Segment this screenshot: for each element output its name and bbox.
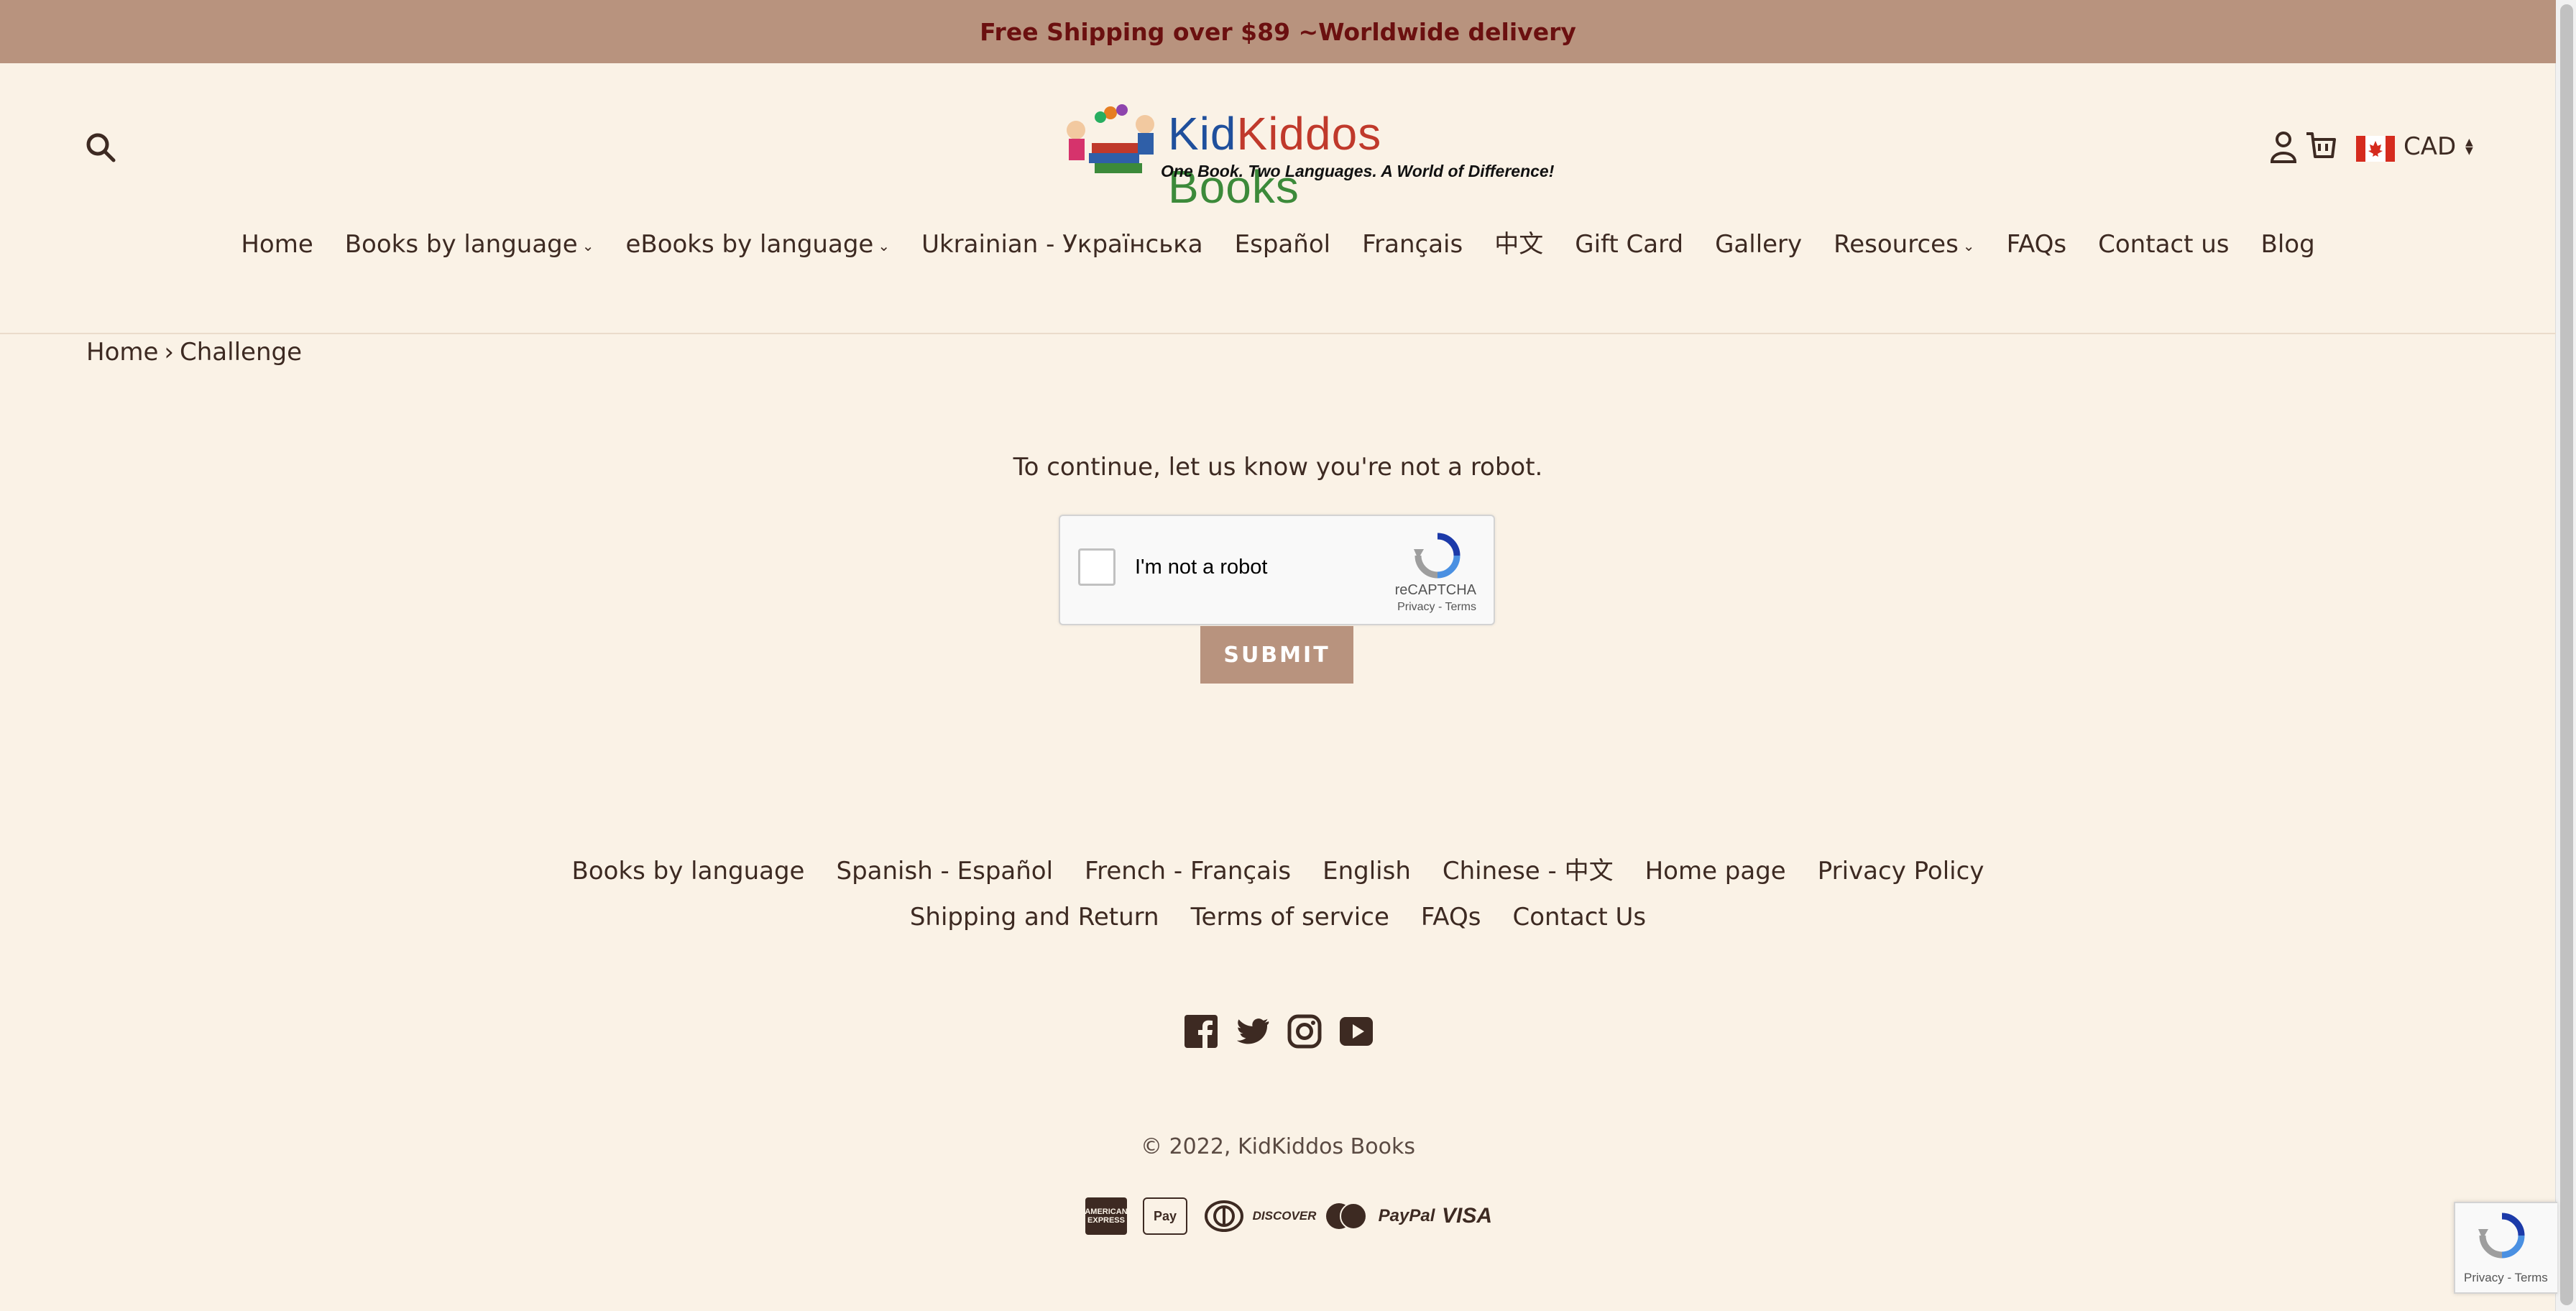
nav-item-resources[interactable]: Resources ⌄ xyxy=(1834,230,1974,259)
recaptcha-checkbox[interactable] xyxy=(1078,548,1116,586)
recaptcha-logo-icon xyxy=(1412,530,1463,581)
footer-link[interactable]: Home page xyxy=(1645,848,1786,894)
scrollbar-thumb[interactable] xyxy=(2560,4,2573,1305)
breadcrumb-separator: › xyxy=(164,338,175,367)
nav-item-gift-card[interactable]: Gift Card xyxy=(1575,230,1683,259)
breadcrumb: Home › Challenge xyxy=(86,338,302,367)
footer-link[interactable]: Terms of service xyxy=(1191,894,1389,940)
nav-item-espanol[interactable]: Español xyxy=(1235,230,1330,259)
logo-tagline: One Book. Two Languages. A World of Diff… xyxy=(1161,162,1555,180)
recaptcha-label: I'm not a robot xyxy=(1135,556,1268,579)
footer-links-row-1: Books by language Spanish - Español French… xyxy=(0,848,2556,894)
footer-links: Books by language Spanish - Español French… xyxy=(0,848,2556,940)
account-icon[interactable] xyxy=(2268,130,2299,163)
main-nav: Home Books by language ⌄ eBooks by language… xyxy=(0,224,2556,259)
nav-item-contact[interactable]: Contact us xyxy=(2098,230,2229,259)
payment-icons: AMERICAN EXPRESS Pay DISCOVER PayPal VIS… xyxy=(1085,1197,1493,1235)
youtube-icon[interactable] xyxy=(1338,1013,1374,1049)
footer-link[interactable]: English xyxy=(1322,848,1411,894)
chevron-down-icon: ⌄ xyxy=(878,236,891,254)
paypal-icon: PayPal xyxy=(1378,1206,1435,1225)
announcement-bar: Free Shipping over $89 ~Worldwide delive… xyxy=(0,0,2556,63)
announcement-text: Free Shipping over $89 ~Worldwide delive… xyxy=(980,17,1576,46)
currency-sort-icon[interactable]: ▲ ▼ xyxy=(2465,137,2473,156)
footer-link[interactable]: Shipping and Return xyxy=(910,894,1159,940)
nav-item-ukrainian[interactable]: Ukrainian - Українська xyxy=(921,230,1203,259)
chevron-down-icon: ⌄ xyxy=(581,236,594,254)
site-logo[interactable]: KidKiddos Books One Book. Two Languages.… xyxy=(1060,103,1554,213)
copyright-text: © 2022, xyxy=(1141,1134,1238,1159)
footer-link[interactable]: Contact Us xyxy=(1512,894,1646,940)
logo-title: KidKiddos Books xyxy=(1168,108,1382,213)
footer-link[interactable]: Books by language xyxy=(572,848,805,894)
nav-item-gallery[interactable]: Gallery xyxy=(1715,230,1802,259)
apple-pay-icon: Pay xyxy=(1143,1197,1187,1235)
canada-flag-icon[interactable] xyxy=(2356,136,2395,162)
footer-link[interactable]: Spanish - Español xyxy=(836,848,1053,894)
nav-item-blog[interactable]: Blog xyxy=(2261,230,2315,259)
amex-icon: AMERICAN EXPRESS xyxy=(1085,1197,1128,1235)
breadcrumb-home-link[interactable]: Home xyxy=(86,338,158,367)
mastercard-icon xyxy=(1324,1197,1368,1235)
nav-item-home[interactable]: Home xyxy=(241,230,313,259)
diners-club-icon xyxy=(1203,1197,1245,1235)
twitter-icon[interactable] xyxy=(1235,1013,1271,1049)
site-header: KidKiddos Books One Book. Two Languages.… xyxy=(0,63,2556,334)
nav-item-francais[interactable]: Français xyxy=(1362,230,1463,259)
facebook-icon[interactable] xyxy=(1183,1013,1219,1049)
nav-item-chinese[interactable]: 中文 xyxy=(1494,224,1543,259)
logo-kids-books-icon xyxy=(1067,104,1154,173)
nav-item-ebooks-by-language[interactable]: eBooks by language ⌄ xyxy=(625,230,890,259)
breadcrumb-current: Challenge xyxy=(180,338,302,367)
chevron-down-icon: ⌄ xyxy=(1962,236,1975,254)
nav-item-books-by-language[interactable]: Books by language ⌄ xyxy=(345,230,594,259)
currency-select[interactable]: CAD xyxy=(2404,132,2456,161)
instagram-icon[interactable] xyxy=(1287,1013,1322,1049)
footer-link[interactable]: Chinese - 中文 xyxy=(1443,848,1614,894)
footer-link[interactable]: FAQs xyxy=(1421,894,1481,940)
challenge-message: To continue, let us know you're not a ro… xyxy=(1013,453,1543,482)
discover-icon: DISCOVER xyxy=(1252,1209,1317,1223)
recaptcha-privacy-terms[interactable]: Privacy - Terms xyxy=(1397,601,1476,614)
footer-link[interactable]: French - Français xyxy=(1085,848,1291,894)
recaptcha-widget: I'm not a robot reCAPTCHA Privacy - Term… xyxy=(1059,515,1495,625)
recaptcha-badge-links[interactable]: Privacy - Terms xyxy=(2464,1271,2548,1285)
footer-links-row-2: Shipping and Return Terms of service FAQs C… xyxy=(0,894,2556,940)
recaptcha-badge-logo-icon xyxy=(2477,1210,2527,1261)
submit-button[interactable]: SUBMIT xyxy=(1200,626,1353,684)
recaptcha-brand: reCAPTCHA xyxy=(1394,582,1476,598)
recaptcha-badge[interactable]: Privacy - Terms xyxy=(2454,1202,2557,1294)
copyright: © 2022, KidKiddos Books xyxy=(0,1134,2556,1159)
social-links xyxy=(1183,1013,1374,1049)
scrollbar-track[interactable] xyxy=(2555,0,2576,1311)
cart-icon[interactable] xyxy=(2304,129,2337,162)
copyright-store-link[interactable]: KidKiddos Books xyxy=(1238,1134,1415,1159)
footer-link[interactable]: Privacy Policy xyxy=(1818,848,1984,894)
nav-item-faqs[interactable]: FAQs xyxy=(2007,230,2067,259)
search-icon[interactable] xyxy=(83,130,118,165)
visa-icon: VISA xyxy=(1441,1204,1493,1228)
